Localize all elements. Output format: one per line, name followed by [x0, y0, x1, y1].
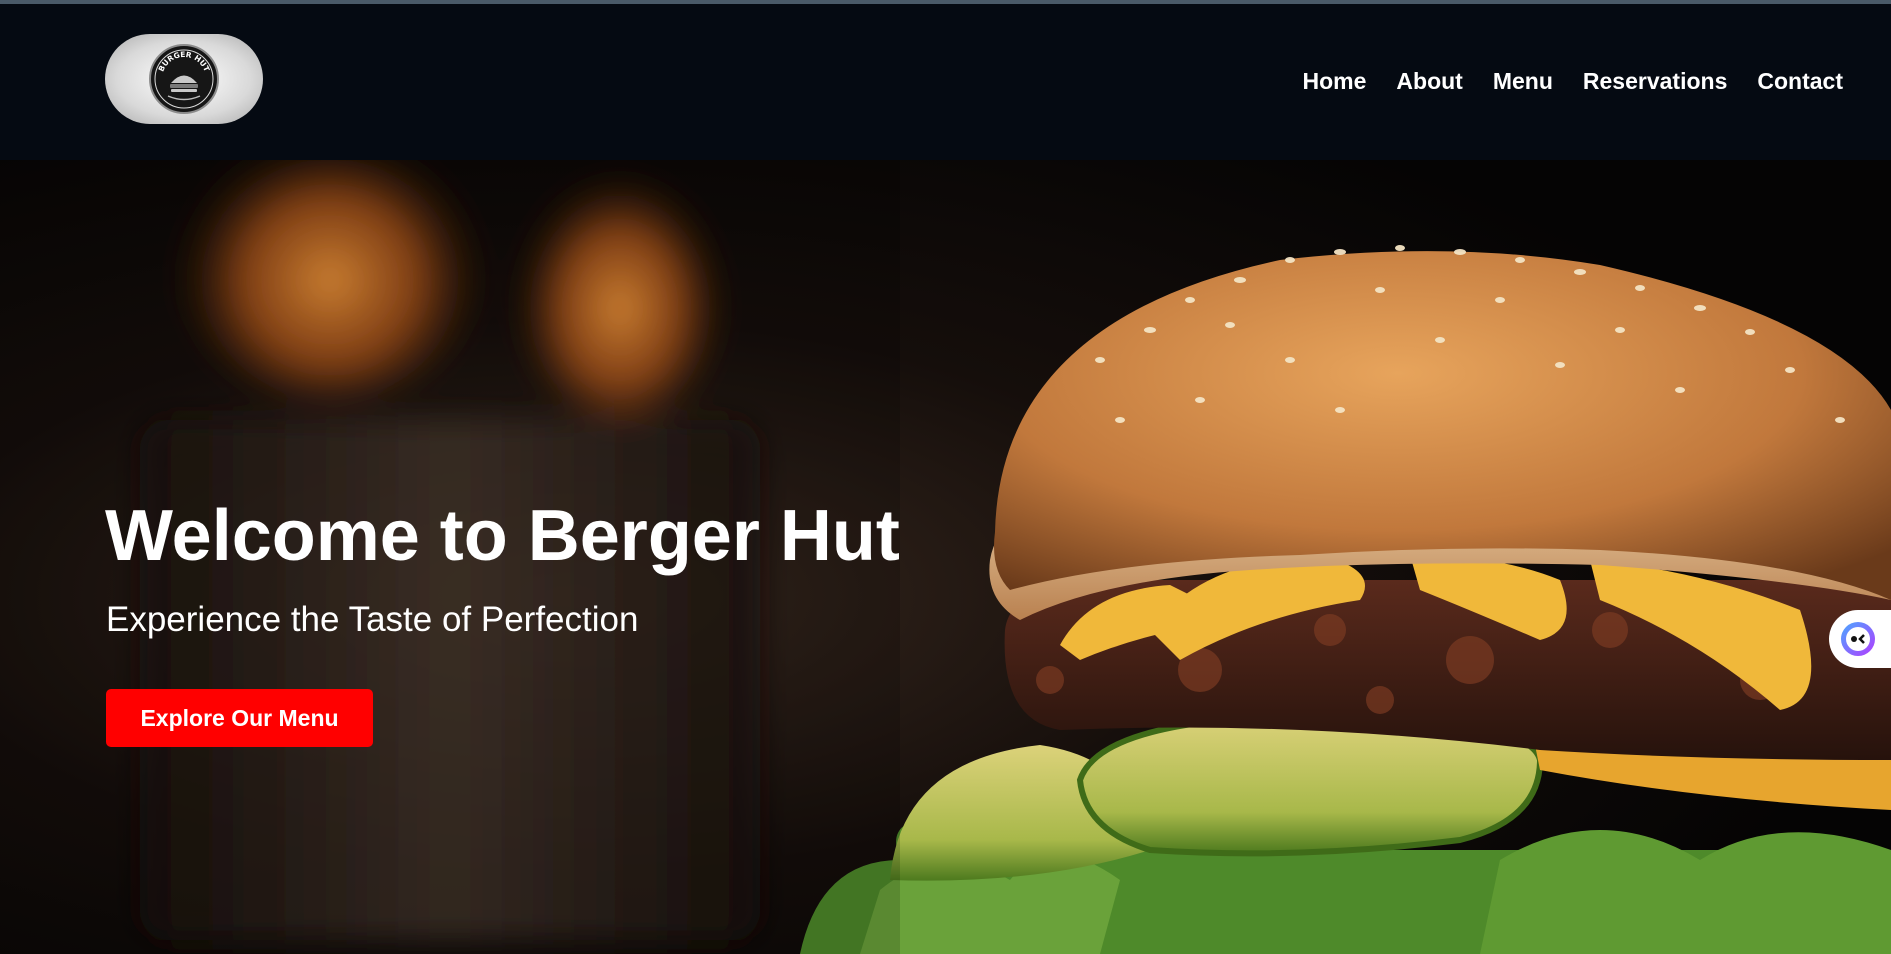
navbar: BURGER HUT Home About Menu Reservations …	[0, 4, 1891, 160]
nav-home[interactable]: Home	[1303, 68, 1367, 95]
logo-link[interactable]: BURGER HUT	[105, 34, 263, 124]
explore-menu-button[interactable]: Explore Our Menu	[106, 689, 373, 747]
hero-section: Welcome to Berger Hut Experience the Tas…	[0, 160, 1891, 954]
logo-icon: BURGER HUT	[149, 44, 219, 114]
nav-contact[interactable]: Contact	[1757, 68, 1843, 95]
nav-about[interactable]: About	[1396, 68, 1462, 95]
hero-title: Welcome to Berger Hut	[105, 496, 900, 576]
nav-reservations[interactable]: Reservations	[1583, 68, 1727, 95]
chat-assistant-launcher[interactable]	[1829, 610, 1891, 668]
chat-assistant-icon	[1841, 622, 1875, 656]
hero-subtitle: Experience the Taste of Perfection	[106, 600, 639, 639]
main-nav: Home About Menu Reservations Contact	[1303, 68, 1843, 95]
nav-menu[interactable]: Menu	[1493, 68, 1553, 95]
